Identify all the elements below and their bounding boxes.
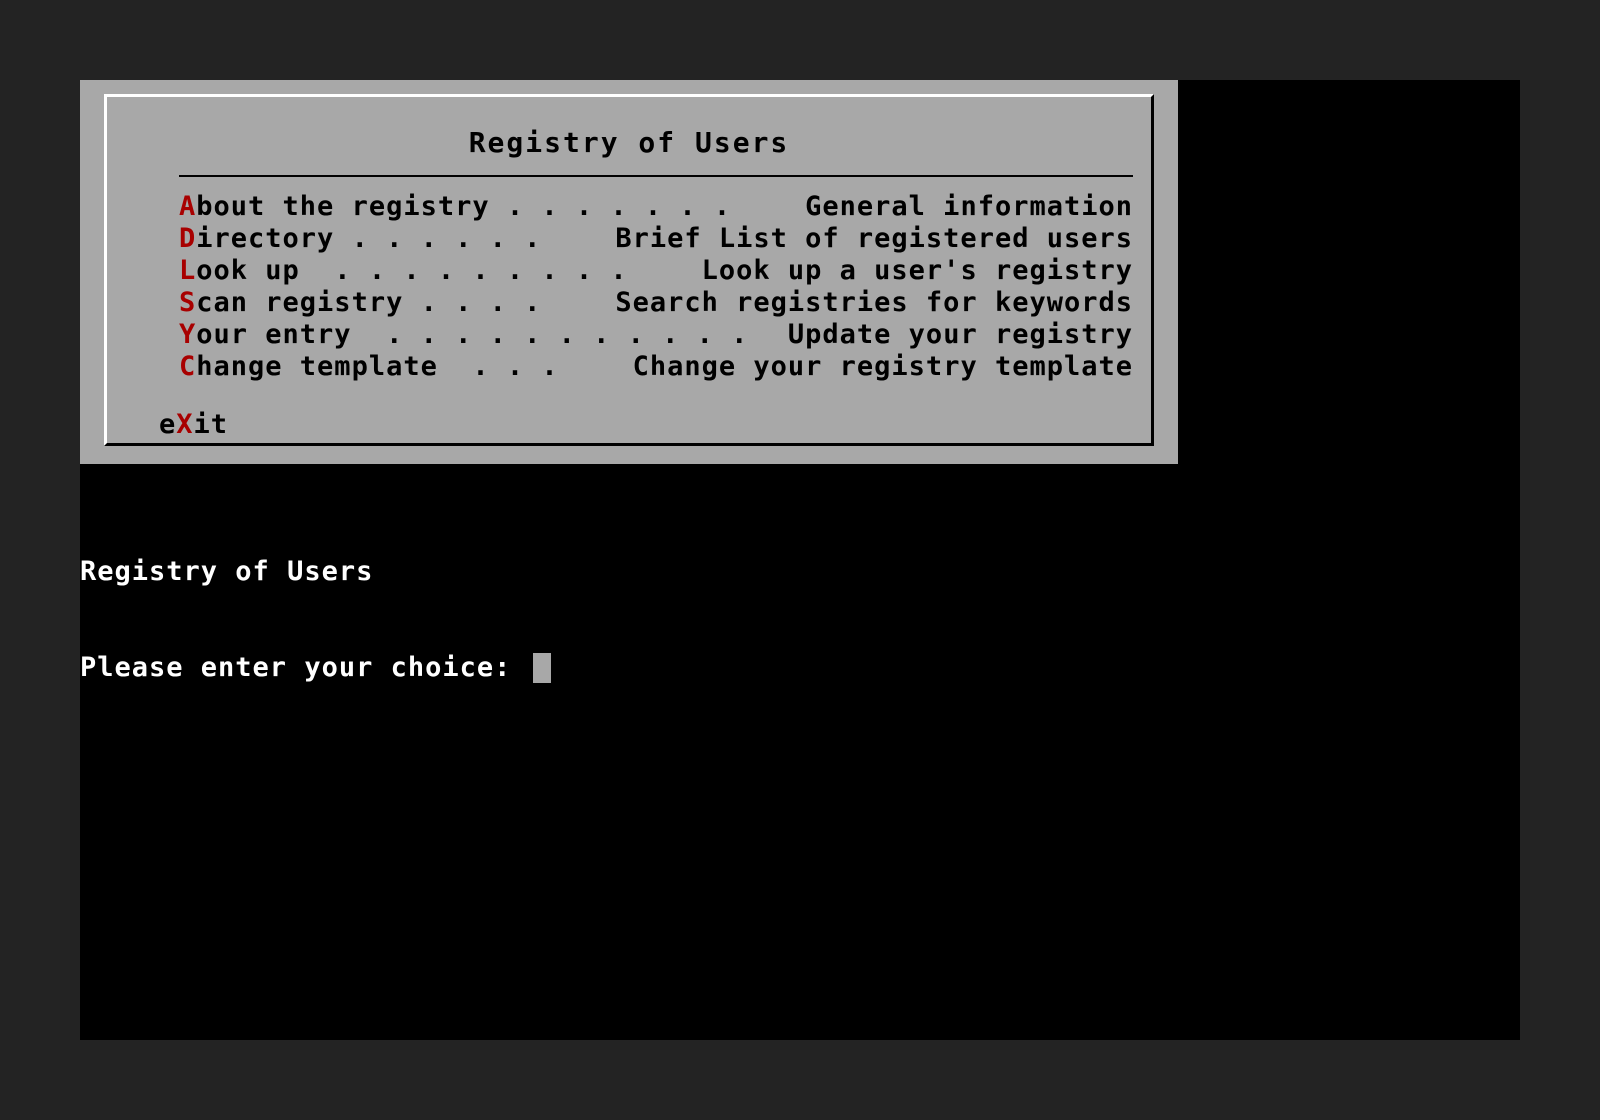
menu-item-label: Look up . . . . . . . . . <box>179 255 628 287</box>
menu-item-description: Search registries for keywords <box>615 287 1133 318</box>
hotkey-letter: C <box>179 351 197 382</box>
menu-item-text: bout the registry . . . . . . . <box>196 191 732 222</box>
menu-item-description: Brief List of registered users <box>615 223 1133 254</box>
menu-item-about[interactable]: About the registry . . . . . . . General… <box>179 191 1133 223</box>
menu-item-description: Change your registry template <box>632 351 1133 382</box>
hotkey-letter: D <box>179 223 197 254</box>
prompt-text: Please enter your choice: <box>80 652 529 683</box>
menu-item-text: our entry . . . . . . . . . . . <box>196 319 749 350</box>
menu-frame: Registry of Users About the registry . .… <box>104 94 1154 446</box>
menu-item-look-up[interactable]: Look up . . . . . . . . . Look up a user… <box>179 255 1133 287</box>
console-title-line: Registry of Users <box>80 556 374 587</box>
menu-item-description: General information <box>805 191 1133 222</box>
hotkey-letter: L <box>179 255 197 286</box>
menu-item-label: Scan registry . . . . <box>179 287 541 319</box>
hotkey-letter: X <box>176 409 194 440</box>
hotkey-letter: S <box>179 287 197 318</box>
menu-item-description: Look up a user's registry <box>701 255 1133 286</box>
menu-item-text: hange template . . . <box>196 351 559 382</box>
menu-item-text: can registry . . . . <box>196 287 542 318</box>
menu-item-text: ook up . . . . . . . . . <box>196 255 628 286</box>
hotkey-letter: A <box>179 191 197 222</box>
menu-item-label: About the registry . . . . . . . <box>179 191 731 223</box>
menu-item-label: Change template . . . <box>179 351 559 383</box>
exit-text-post: it <box>193 409 229 440</box>
terminal-screen: Registry of Users About the registry . .… <box>80 80 1520 1040</box>
hotkey-letter: Y <box>179 319 197 350</box>
menu-item-text: irectory . . . . . . <box>196 223 542 254</box>
menu-item-description: Update your registry <box>787 319 1133 350</box>
menu-title: Registry of Users <box>468 126 790 159</box>
menu-panel: Registry of Users About the registry . .… <box>80 80 1178 464</box>
exit-text-pre: e <box>159 409 177 440</box>
menu-item-directory[interactable]: Directory . . . . . . Brief List of regi… <box>179 223 1133 255</box>
menu-item-scan-registry[interactable]: Scan registry . . . . Search registries … <box>179 287 1133 319</box>
title-divider <box>179 175 1133 177</box>
console-prompt-line: Please enter your choice: <box>80 652 551 684</box>
menu-list: About the registry . . . . . . . General… <box>179 191 1133 383</box>
choice-input-cursor[interactable] <box>532 653 551 683</box>
console-output: Registry of Users Please enter your choi… <box>80 492 551 748</box>
menu-item-change-template[interactable]: Change template . . . Change your regist… <box>179 351 1133 383</box>
menu-item-your-entry[interactable]: Your entry . . . . . . . . . . . Update … <box>179 319 1133 351</box>
menu-item-label: Directory . . . . . . <box>179 223 541 255</box>
menu-item-label: Your entry . . . . . . . . . . . <box>179 319 748 351</box>
menu-item-exit[interactable]: eXit <box>159 409 228 441</box>
